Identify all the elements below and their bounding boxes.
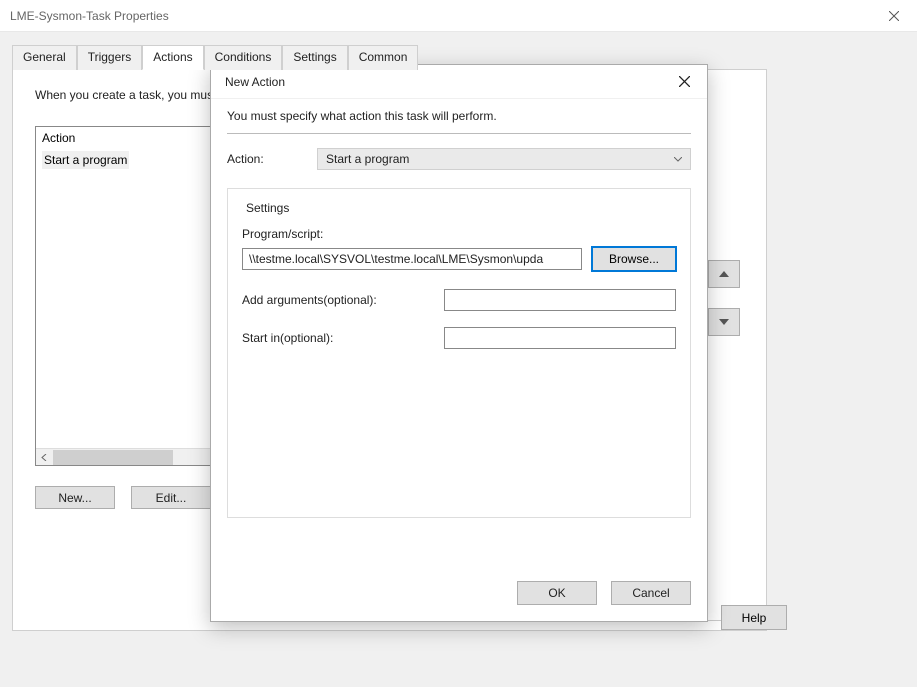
browse-button[interactable]: Browse... [592, 247, 676, 271]
window-title: LME-Sysmon-Task Properties [10, 9, 871, 23]
add-arguments-label: Add arguments(optional): [242, 293, 432, 307]
tab-common[interactable]: Common [348, 45, 419, 70]
divider [227, 133, 691, 134]
dialog-titlebar: New Action [211, 65, 707, 99]
close-icon [889, 11, 899, 21]
chevron-down-icon [674, 157, 682, 162]
close-icon [679, 76, 690, 87]
move-down-button[interactable] [708, 308, 740, 336]
settings-group-title: Settings [242, 201, 293, 215]
program-script-input[interactable] [242, 248, 582, 270]
dialog-title: New Action [225, 75, 661, 89]
settings-group: Settings Program/script: Browse... Add a… [227, 188, 691, 518]
tab-general[interactable]: General [12, 45, 77, 70]
edit-action-button[interactable]: Edit... [131, 486, 211, 509]
program-script-label: Program/script: [242, 227, 676, 241]
window-close-button[interactable] [871, 0, 917, 32]
triangle-down-icon [719, 319, 729, 325]
action-select-value: Start a program [326, 152, 409, 166]
scroll-thumb[interactable] [53, 450, 173, 465]
help-button[interactable]: Help [721, 605, 787, 630]
new-action-button[interactable]: New... [35, 486, 115, 509]
add-arguments-input[interactable] [444, 289, 676, 311]
window-titlebar: LME-Sysmon-Task Properties [0, 0, 917, 32]
scroll-left-arrow-icon[interactable] [36, 450, 53, 465]
tab-actions[interactable]: Actions [142, 45, 203, 70]
ok-button[interactable]: OK [517, 581, 597, 605]
dialog-instruction: You must specify what action this task w… [227, 109, 691, 123]
dialog-close-button[interactable] [661, 65, 707, 99]
move-up-button[interactable] [708, 260, 740, 288]
start-in-input[interactable] [444, 327, 676, 349]
action-label: Action: [227, 152, 307, 166]
start-in-label: Start in(optional): [242, 331, 432, 345]
tab-conditions[interactable]: Conditions [204, 45, 283, 70]
cancel-button[interactable]: Cancel [611, 581, 691, 605]
tab-settings[interactable]: Settings [282, 45, 347, 70]
new-action-dialog: New Action You must specify what action … [210, 64, 708, 622]
tab-strip: General Triggers Actions Conditions Sett… [12, 44, 905, 69]
tab-triggers[interactable]: Triggers [77, 45, 143, 70]
action-select[interactable]: Start a program [317, 148, 691, 170]
actions-list-row[interactable]: Start a program [42, 151, 129, 169]
triangle-up-icon [719, 271, 729, 277]
